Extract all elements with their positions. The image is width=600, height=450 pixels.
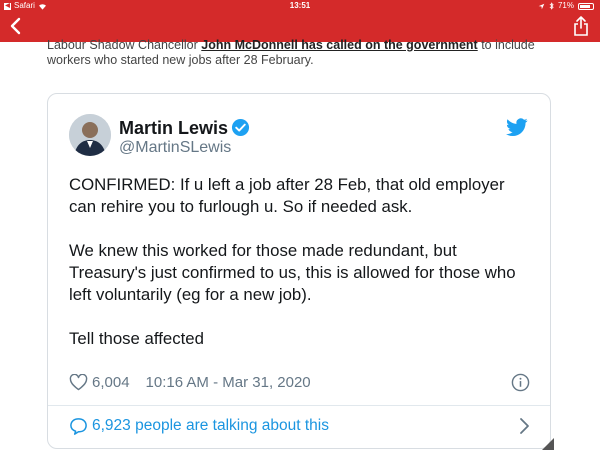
article-text-pre: Labour Shadow Chancellor [47,38,202,52]
chevron-right-icon[interactable] [518,417,530,435]
tweet-paragraph: Tell those affected [69,329,204,348]
article-link[interactable]: John McDonnell has called on the governm… [201,38,477,52]
top-bar: ◀ Safari 13:51 71% [0,0,600,42]
tweet-handle[interactable]: @MartinSLewis [119,139,231,157]
battery-icon [578,2,594,10]
location-arrow-icon [538,3,545,9]
like-count[interactable]: 6,004 [92,374,130,391]
article-paragraph: Labour Shadow Chancellor John McDonnell … [47,38,567,68]
chevron-left-icon[interactable] [6,16,26,36]
tweet-meta-row: 6,004 10:16 AM - Mar 31, 2020 [69,371,534,393]
battery-percent: 71% [557,1,574,10]
twitter-bird-icon[interactable] [506,118,528,137]
tweet-display-name[interactable]: Martin Lewis [119,118,228,139]
conversation-link[interactable]: 6,923 people are talking about this [69,414,534,438]
embedded-tweet[interactable]: Martin Lewis @MartinSLewis CONFIRMED: If… [47,93,551,449]
heart-icon[interactable] [69,373,88,391]
avatar[interactable] [69,114,111,156]
tweet-paragraph: CONFIRMED: If u left a job after 28 Feb,… [69,175,505,216]
page-corner-marker [542,438,554,450]
share-icon[interactable] [572,15,590,37]
divider [48,405,550,406]
bluetooth-icon [549,2,554,10]
avatar-image [69,114,111,156]
talking-count[interactable]: 6,923 people are talking about this [92,417,329,435]
tweet-timestamp[interactable]: 10:16 AM - Mar 31, 2020 [146,374,311,391]
status-bar: ◀ Safari 13:51 71% [0,0,600,12]
verified-badge-icon [231,118,250,137]
speech-bubble-icon [70,417,87,435]
status-time: 13:51 [289,1,311,10]
info-icon[interactable] [511,373,530,392]
tweet-paragraph: We knew this worked for those made redun… [69,241,516,304]
tweet-text: CONFIRMED: If u left a job after 28 Feb,… [69,174,529,372]
status-right: 71% [538,0,594,12]
